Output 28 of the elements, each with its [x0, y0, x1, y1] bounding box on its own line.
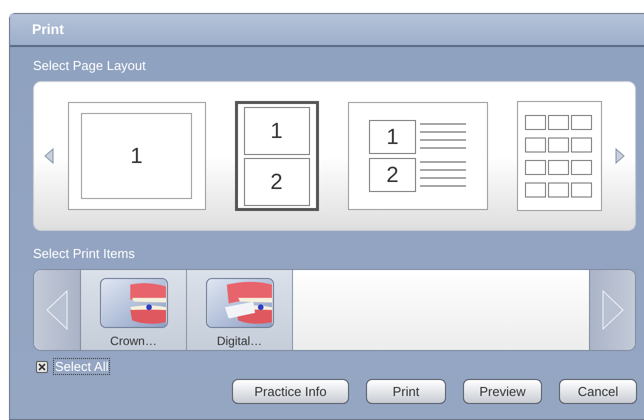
section-label: Select Page Layout: [33, 58, 147, 74]
layout-option[interactable]: 1: [68, 102, 206, 210]
print-item[interactable]: Digital…: [187, 270, 293, 350]
page-number: 1: [386, 126, 399, 148]
grid-icon: [525, 114, 593, 198]
scroll-left-button[interactable]: [34, 270, 81, 350]
dialog-button[interactable]: Print: [366, 379, 446, 404]
layout-option[interactable]: 1 2: [234, 101, 318, 211]
print-item[interactable]: Crown…: [81, 270, 187, 350]
page-number: 2: [386, 164, 399, 186]
right-arrow-icon[interactable]: [615, 148, 625, 164]
text-lines-icon: [420, 161, 466, 189]
page-number: 1: [270, 120, 283, 142]
layout-option[interactable]: 1 2: [348, 102, 488, 210]
layout-option[interactable]: [516, 101, 602, 211]
dialog-button[interactable]: Practice Info: [232, 379, 349, 404]
page-number: 1: [130, 145, 143, 167]
window-title: Print: [32, 20, 64, 39]
section-label: Select Print Items: [33, 246, 136, 262]
checkbox[interactable]: [36, 360, 48, 372]
dialog-button[interactable]: Preview: [463, 379, 542, 404]
left-arrow-icon: [46, 290, 68, 330]
right-arrow-icon: [602, 290, 624, 330]
dialog-button[interactable]: Cancel: [559, 379, 637, 404]
page-number: 2: [270, 170, 283, 192]
text-lines-icon: [420, 123, 466, 151]
left-arrow-icon[interactable]: [44, 148, 54, 164]
scroll-right-button[interactable]: [589, 270, 635, 350]
